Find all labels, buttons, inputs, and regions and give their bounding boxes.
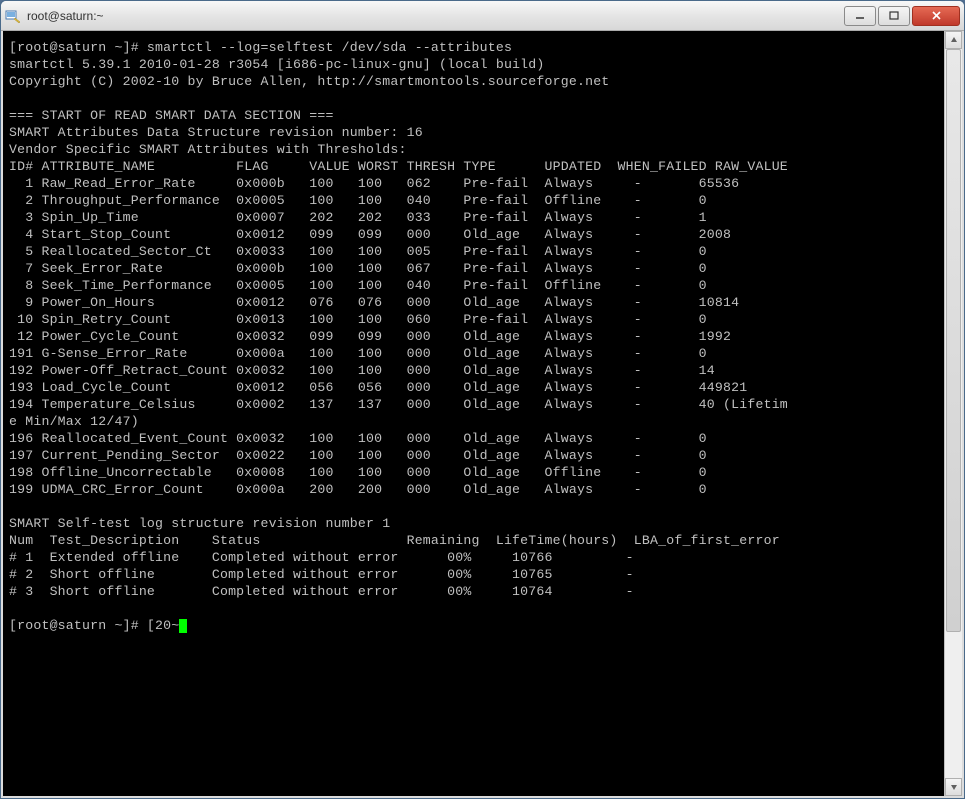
close-button[interactable] (912, 6, 960, 26)
terminal-output[interactable]: [root@saturn ~]# smartctl --log=selftest… (3, 31, 944, 796)
minimize-button[interactable] (844, 6, 876, 26)
scroll-down-button[interactable] (945, 778, 962, 796)
titlebar[interactable]: root@saturn:~ (1, 1, 964, 31)
scrollbar-track[interactable] (945, 49, 962, 778)
putty-window: root@saturn:~ [root@saturn ~]# smartctl … (0, 0, 965, 799)
terminal-cursor (179, 619, 187, 633)
window-buttons (842, 6, 960, 26)
scrollbar-thumb[interactable] (946, 49, 961, 632)
client-area: [root@saturn ~]# smartctl --log=selftest… (1, 31, 964, 798)
maximize-button[interactable] (878, 6, 910, 26)
window-title: root@saturn:~ (27, 9, 842, 23)
scroll-up-button[interactable] (945, 31, 962, 49)
scrollbar[interactable] (944, 31, 962, 796)
putty-icon (5, 8, 21, 24)
